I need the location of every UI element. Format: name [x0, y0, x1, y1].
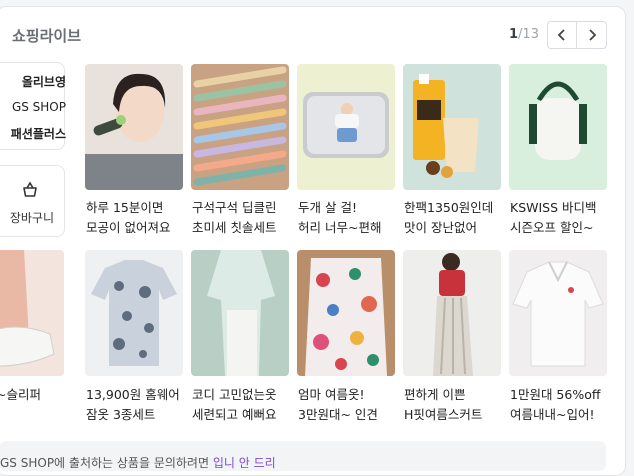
caption-line: 한팩1350원인데 [404, 200, 494, 215]
caption-line: H핏여름스커트 [404, 407, 483, 422]
caption-line: 잠옷 3종세트 [86, 407, 156, 422]
next-button[interactable] [577, 21, 607, 49]
caption-line: ~슬리퍼 [0, 387, 41, 402]
caption-line: 13,900원 홈웨어 [86, 387, 180, 402]
product-caption-1-4[interactable]: 한팩1350원인데맛이 장난없어 [404, 198, 512, 238]
product-caption-2-1[interactable]: 13,900원 홈웨어잠옷 3종세트 [86, 385, 194, 425]
section-title[interactable]: 쇼핑라이브 [12, 25, 81, 46]
product-thumb-1-4[interactable] [403, 64, 501, 190]
caption-line: 1만원대 56%off [510, 387, 601, 402]
shopping-basket-icon [23, 181, 37, 197]
page-total: /13 [518, 27, 539, 42]
caption-line: 엄마 여름옷! [298, 387, 365, 402]
caption-line: 맛이 장난없어 [404, 220, 477, 235]
product-caption-2-5[interactable]: 1만원대 56%off 여름내내~입어! [510, 385, 618, 425]
caption-line: 세련되고 예뻐요 [192, 407, 277, 422]
product-thumb-1-3[interactable] [297, 64, 395, 190]
product-caption-1-3[interactable]: 두개 살 걸! 허리 너무~편해 [298, 198, 406, 238]
product-thumb-1-5[interactable] [509, 64, 607, 190]
caption-line: 시즌오프 할인~ [510, 220, 594, 235]
caption-line: 초미세 칫솔세트 [192, 220, 277, 235]
product-thumb-2-0[interactable] [0, 250, 64, 376]
product-caption-1-2[interactable]: 구석구석 딥클린초미세 칫솔세트 [192, 198, 300, 238]
cart-label: 장바구니 [9, 211, 54, 225]
product-thumb-2-4[interactable] [403, 250, 501, 376]
caption-line: 3만원대~ 인견 [298, 407, 378, 422]
caption-line: 하루 15분이면 [86, 200, 164, 215]
product-thumb-2-5[interactable] [509, 250, 607, 376]
notice-message: GS SHOP에 출처하는 상품을 문의하려면 [0, 456, 213, 470]
product-caption-1-5[interactable]: KSWISS 바디백시즌오프 할인~ [510, 198, 618, 238]
brand-fashionplus[interactable]: 패션플러스 [0, 125, 66, 142]
product-caption-1-1[interactable]: 하루 15분이면모공이 없어져요 [86, 198, 194, 238]
chevron-right-icon [588, 29, 596, 41]
product-caption-2-4[interactable]: 편하게 이쁜 H핏여름스커트 [404, 385, 512, 425]
caption-line: 구석구석 딥클린 [192, 200, 277, 215]
cart-button[interactable] [0, 165, 65, 237]
brand-oliveyoung[interactable]: 올리브영 [0, 73, 66, 90]
caption-line: 허리 너무~편해 [298, 220, 382, 235]
product-caption-2-0[interactable]: ~슬리퍼 [0, 385, 56, 405]
brand-gsshop[interactable]: GS SHOP [0, 100, 66, 114]
caption-line: 코디 고민없는옷 [192, 387, 277, 402]
caption-line: 여름내내~입어! [510, 407, 595, 422]
caption-line: 두개 살 걸! [298, 200, 357, 215]
product-thumb-2-3[interactable] [297, 250, 395, 376]
product-caption-2-2[interactable]: 코디 고민없는옷세련되고 예뻐요 [192, 385, 300, 425]
page-indicator: 1/13 [509, 27, 539, 42]
caption-line: 모공이 없어져요 [86, 220, 171, 235]
product-thumb-2-1[interactable] [85, 250, 183, 376]
notice-link[interactable]: 입니 안 드리 [213, 456, 276, 470]
product-thumb-2-2[interactable] [191, 250, 289, 376]
page-current: 1 [509, 27, 519, 42]
product-thumb-1-2[interactable] [191, 64, 289, 190]
product-thumb-1-1[interactable] [85, 64, 183, 190]
product-caption-2-3[interactable]: 엄마 여름옷! 3만원대~ 인견 [298, 385, 406, 425]
notice-text: GS SHOP에 출처하는 상품을 문의하려면 입니 안 드리 [0, 454, 276, 471]
caption-line: 편하게 이쁜 [404, 387, 466, 402]
prev-button[interactable] [547, 21, 577, 49]
chevron-left-icon [557, 29, 565, 41]
caption-line: KSWISS 바디백 [510, 200, 597, 215]
